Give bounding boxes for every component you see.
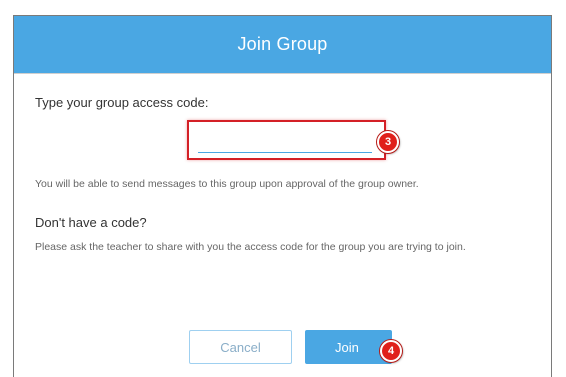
cancel-button[interactable]: Cancel [189,330,292,364]
no-code-help-text: Please ask the teacher to share with you… [35,241,466,253]
approval-note: You will be able to send messages to thi… [35,178,419,190]
dialog-title: Join Group [237,34,328,54]
no-code-heading: Don't have a code? [35,215,147,230]
access-code-input[interactable] [198,130,372,153]
step-badge-4: 4 [380,340,402,362]
access-code-label: Type your group access code: [35,95,209,110]
dialog-body: Type your group access code: 3 You will … [14,73,551,377]
dialog-header: Join Group [14,16,551,73]
step-badge-3: 3 [377,131,399,153]
join-group-dialog: Join Group Type your group access code: … [13,15,552,377]
join-button[interactable]: Join [305,330,392,364]
